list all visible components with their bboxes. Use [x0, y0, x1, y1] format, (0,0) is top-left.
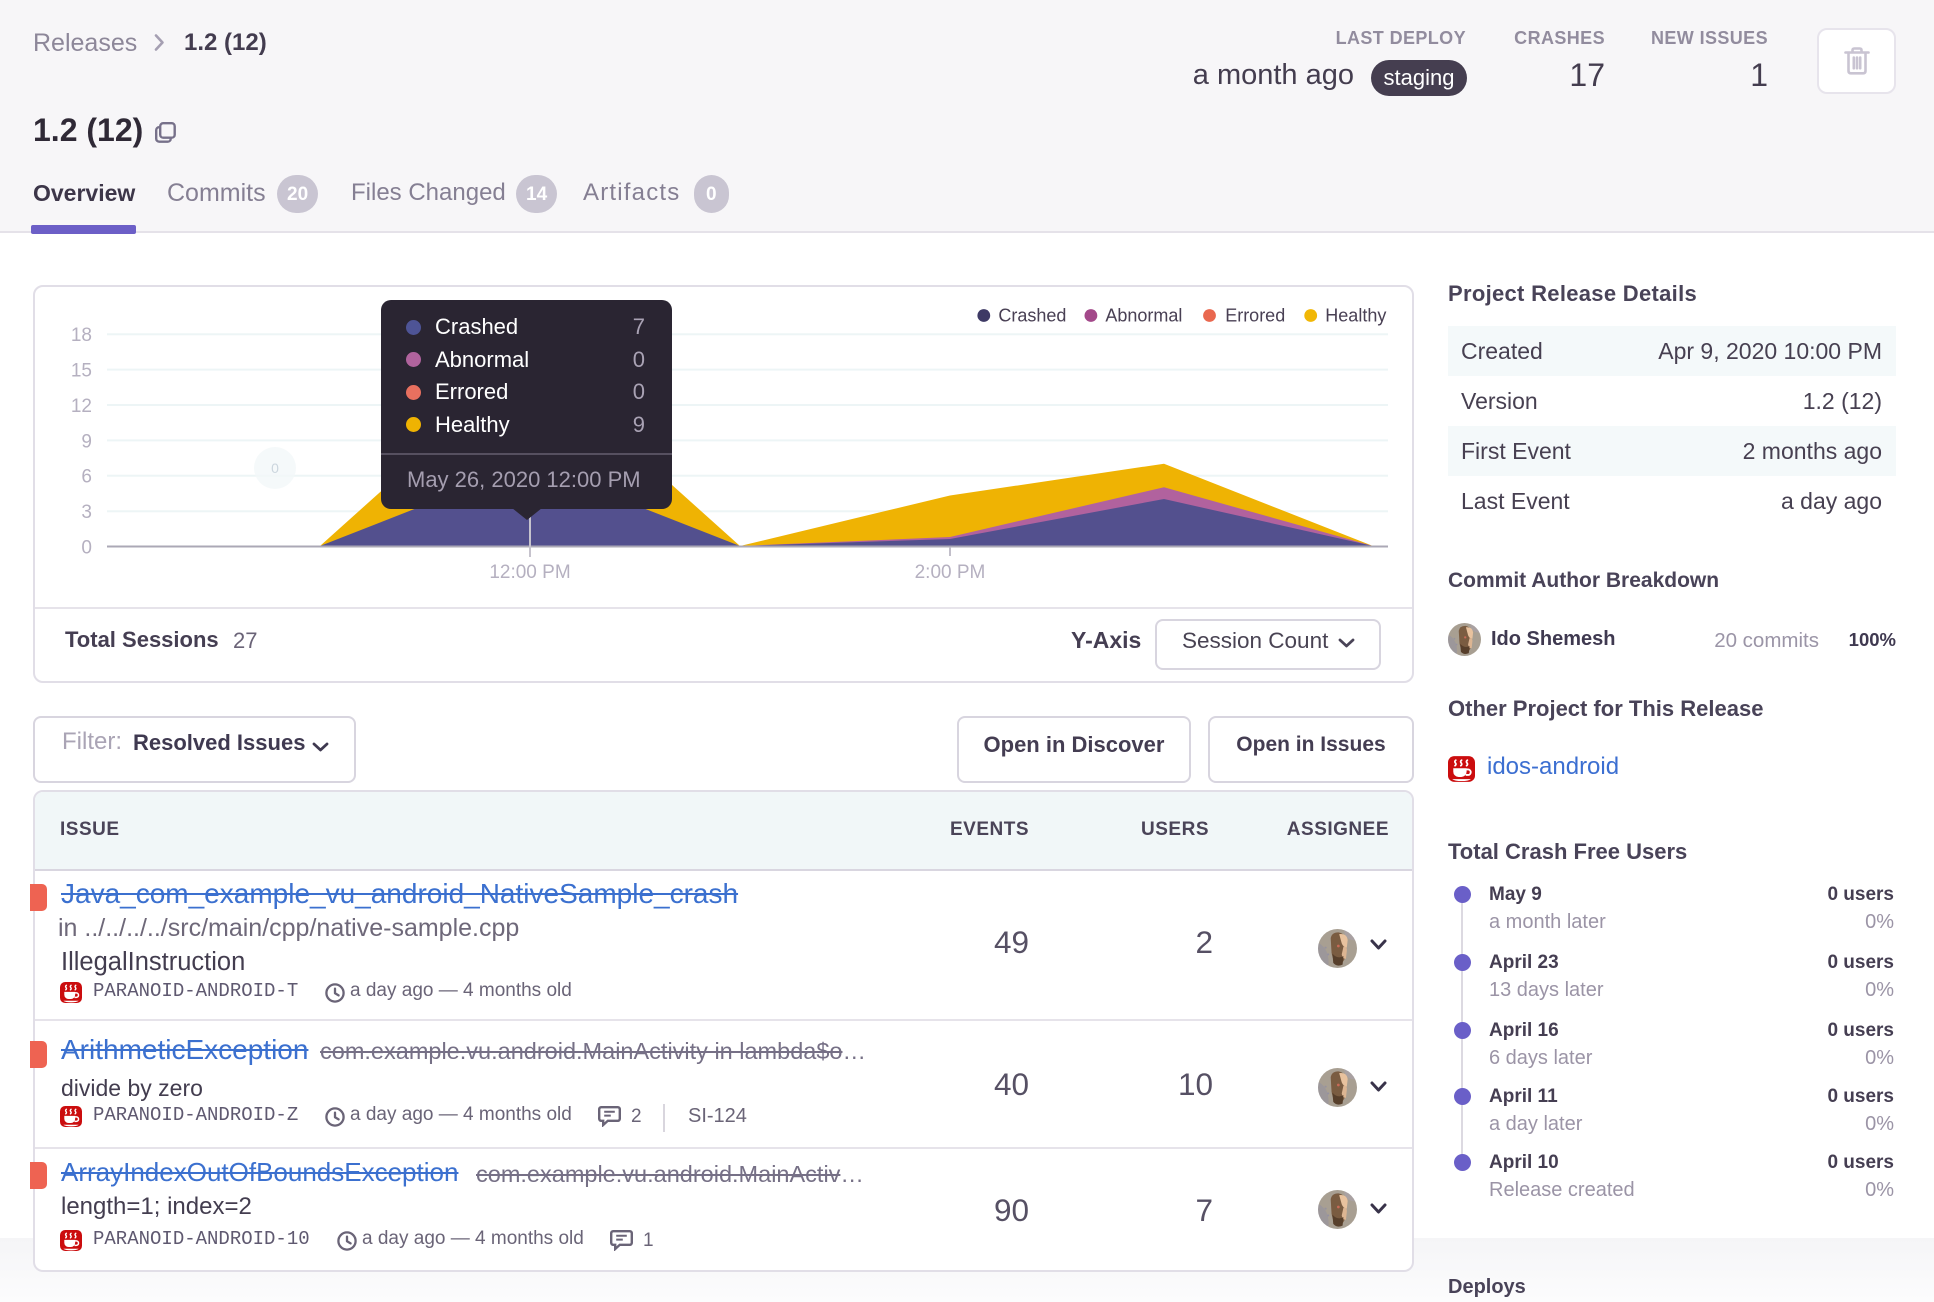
svg-text:6: 6: [81, 467, 92, 488]
svg-text:0: 0: [81, 538, 92, 559]
svg-text:Abnormal: Abnormal: [1105, 305, 1182, 325]
svg-text:Healthy: Healthy: [1325, 305, 1386, 325]
svg-text:12: 12: [71, 396, 92, 417]
svg-text:9: 9: [81, 431, 92, 452]
svg-text:15: 15: [71, 361, 92, 382]
svg-text:3: 3: [81, 502, 92, 523]
svg-text:Crashed: Crashed: [998, 305, 1066, 325]
svg-text:12:00 PM: 12:00 PM: [489, 562, 570, 583]
svg-text:18: 18: [71, 325, 92, 346]
svg-text:2:00 PM: 2:00 PM: [915, 562, 986, 583]
svg-text:Errored: Errored: [1225, 305, 1285, 325]
svg-text:0: 0: [271, 460, 279, 476]
